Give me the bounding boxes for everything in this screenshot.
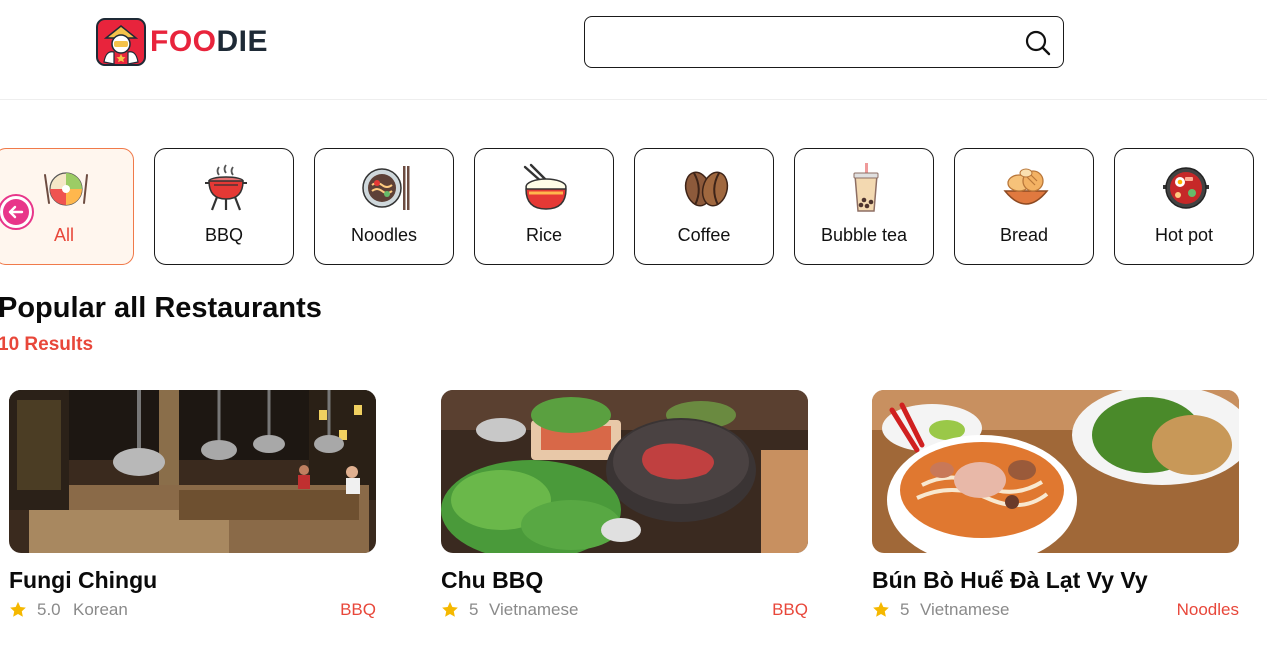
search-box [584, 16, 1064, 68]
restaurant-meta: 5 Vietnamese Noodles [872, 600, 1239, 622]
restaurant-cuisine: Vietnamese [489, 600, 579, 619]
restaurant-rating: 5 [900, 600, 910, 619]
category-bar: All BBQ Noodles Rice Coffee Bubble tea B… [0, 148, 1267, 265]
grill-icon [205, 164, 247, 211]
scroll-back-button[interactable] [0, 194, 34, 230]
noodle-bowl-icon [362, 166, 410, 210]
restaurant-photo [872, 390, 1239, 553]
category-bubble-tea[interactable]: Bubble tea [794, 148, 934, 265]
category-label: Noodles [350, 225, 418, 245]
logo-wordmark: FOODIE [150, 18, 268, 66]
category-noodles[interactable]: Noodles [314, 148, 454, 265]
foodie-logo-icon [96, 18, 146, 66]
restaurant-rating: 5 [469, 600, 479, 619]
category-label: Bubble tea [820, 225, 908, 245]
category-label: Hot pot [1154, 225, 1214, 245]
coffee-beans-icon [684, 171, 729, 207]
restaurant-rating: 5.0 [37, 600, 61, 619]
restaurant-photo [9, 390, 376, 553]
hot-pot-icon [1163, 167, 1209, 209]
section-title: Popular all Restaurants [0, 292, 322, 324]
star-icon [442, 601, 458, 617]
category-label: Coffee [677, 225, 731, 245]
category-coffee[interactable]: Coffee [634, 148, 774, 265]
star-icon [873, 601, 889, 617]
search-icon[interactable] [1023, 28, 1053, 58]
bubble-tea-icon [853, 163, 879, 212]
category-rice[interactable]: Rice [474, 148, 614, 265]
search-input[interactable] [597, 25, 1017, 59]
restaurant-card[interactable]: Chu BBQ 5 Vietnamese BBQ [441, 390, 808, 630]
foodie-logo[interactable]: FOODIE [96, 18, 268, 66]
restaurant-meta: 5.0 Korean BBQ [9, 600, 376, 622]
restaurant-meta: 5 Vietnamese BBQ [441, 600, 808, 622]
restaurant-category-tag: Noodles [1176, 600, 1239, 619]
results-count: 10 Results [0, 334, 94, 355]
category-bbq[interactable]: BBQ [154, 148, 294, 265]
restaurant-card[interactable]: Bún Bò Huế Đà Lạt Vy Vy 5 Vietnamese Noo… [872, 390, 1239, 630]
restaurant-cuisine: Korean [73, 600, 128, 619]
rice-bowl-icon [523, 163, 567, 210]
all-food-icon [44, 172, 88, 206]
category-label: BBQ [204, 225, 243, 245]
logo-text-dark: DIE [216, 25, 269, 58]
restaurant-name: Chu BBQ [441, 567, 544, 593]
restaurant-card[interactable]: Fungi Chingu 5.0 Korean BBQ [9, 390, 376, 630]
restaurant-name: Bún Bò Huế Đà Lạt Vy Vy [872, 567, 1148, 593]
restaurant-cuisine: Vietnamese [920, 600, 1010, 619]
restaurant-photo [441, 390, 808, 553]
category-hot-pot[interactable]: Hot pot [1114, 148, 1254, 265]
star-icon [10, 601, 26, 617]
restaurant-category-tag: BBQ [772, 600, 808, 619]
logo-text-red: FOO [150, 25, 217, 58]
category-label: Bread [999, 225, 1049, 245]
category-bread[interactable]: Bread [954, 148, 1094, 265]
bread-icon [1003, 168, 1049, 205]
restaurant-name: Fungi Chingu [9, 567, 158, 593]
top-header: FOODIE [0, 0, 1267, 100]
category-label: Rice [525, 225, 562, 245]
arrow-left-icon [3, 199, 29, 225]
restaurant-category-tag: BBQ [340, 600, 376, 619]
